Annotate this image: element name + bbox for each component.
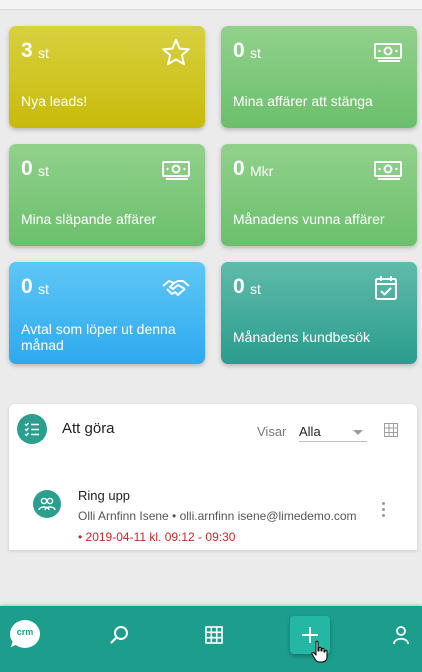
chevron-down-icon xyxy=(353,430,363,435)
tile-value: 0 xyxy=(233,157,245,180)
grid-icon[interactable] xyxy=(192,606,236,664)
tile-value: 0 xyxy=(21,275,33,298)
filter-dropdown[interactable]: Alla xyxy=(299,420,367,442)
todo-card: Att göra Visar Alla Ring upp Olli Arnfin… xyxy=(9,404,417,550)
search-icon[interactable] xyxy=(98,606,142,664)
user-icon[interactable] xyxy=(379,606,422,664)
tile-unit: st xyxy=(38,281,49,297)
contact-group-icon xyxy=(33,490,61,518)
crm-logo[interactable]: crm xyxy=(10,620,42,651)
tile-label: Mina affärer att stänga xyxy=(233,93,373,109)
tile-expiring-contracts[interactable]: 0 st Avtal som löper ut denna månad xyxy=(9,262,205,364)
tile-won-deals[interactable]: 0 Mkr Månadens vunna affärer xyxy=(221,144,417,246)
money-icon xyxy=(373,38,403,66)
star-icon xyxy=(161,38,191,66)
money-icon xyxy=(161,156,191,184)
bottom-nav-bar: crm xyxy=(0,606,422,672)
filter-value: Alla xyxy=(299,424,321,439)
tile-new-leads[interactable]: 3 st Nya leads! xyxy=(9,26,205,128)
add-button[interactable] xyxy=(290,616,330,654)
tile-deals-to-close[interactable]: 0 st Mina affärer att stänga xyxy=(221,26,417,128)
tile-unit: st xyxy=(250,45,261,61)
tile-customer-visits[interactable]: 0 st Månadens kundbesök xyxy=(221,262,417,364)
tile-label: Mina släpande affärer xyxy=(21,211,157,227)
tile-label: Månadens kundbesök xyxy=(233,329,370,345)
tile-value: 0 xyxy=(233,275,245,298)
add-icon xyxy=(302,627,318,643)
todo-item-contact: Olli Arnfinn Isene • olli.arnfinn isene@… xyxy=(78,509,357,523)
tile-unit: st xyxy=(38,45,49,61)
todo-item-date: • 2019-04-11 kl. 09:12 - 09:30 xyxy=(78,530,236,544)
filter-label: Visar xyxy=(257,424,287,439)
tile-unit: st xyxy=(38,163,49,179)
tile-unit: Mkr xyxy=(250,163,274,179)
tile-label: Avtal som löper ut denna månad xyxy=(21,321,176,353)
tile-value: 0 xyxy=(233,39,245,62)
logo-text: crm xyxy=(16,627,34,637)
tile-value: 0 xyxy=(21,157,33,180)
more-options-icon[interactable] xyxy=(379,502,387,520)
tile-unit: st xyxy=(250,281,261,297)
grid-view-icon[interactable] xyxy=(384,423,398,437)
top-strip xyxy=(0,0,422,10)
calendar-check-icon xyxy=(371,274,401,302)
tile-lagging-deals[interactable]: 0 st Mina släpande affärer xyxy=(9,144,205,246)
tile-label: Månadens vunna affärer xyxy=(233,211,385,227)
checklist-icon xyxy=(17,414,47,444)
tile-value: 3 xyxy=(21,39,33,62)
handshake-icon xyxy=(161,274,191,302)
todo-title: Att göra xyxy=(62,420,115,437)
todo-item-title: Ring upp xyxy=(78,488,131,503)
money-icon xyxy=(373,156,403,184)
todo-item[interactable]: Ring upp Olli Arnfinn Isene • olli.arnfi… xyxy=(9,480,417,550)
logo-tail xyxy=(10,638,23,651)
tile-label: Nya leads! xyxy=(21,93,88,109)
